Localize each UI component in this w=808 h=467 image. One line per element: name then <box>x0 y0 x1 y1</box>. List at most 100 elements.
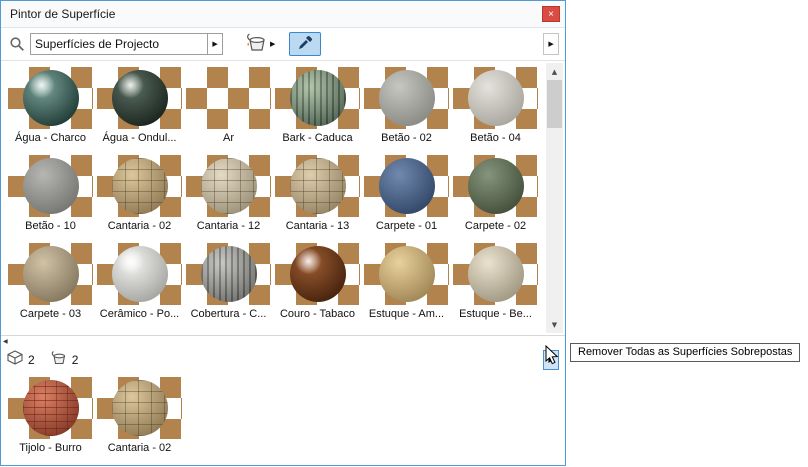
cube-icon <box>7 350 23 370</box>
material-label: Betão - 02 <box>381 132 432 144</box>
material-label: Carpete - 01 <box>376 220 437 232</box>
surface-painter-dialog: Pintor de Superfície × ▶ ▶ <box>0 0 566 466</box>
scrollbar-track[interactable] <box>546 128 563 316</box>
material-sphere <box>23 246 79 302</box>
material-item[interactable]: Cantaria - 02 <box>95 155 184 243</box>
material-thumbnail[interactable] <box>275 243 360 305</box>
material-label: Cantaria - 02 <box>108 220 172 232</box>
eyedropper-button[interactable] <box>289 32 321 56</box>
close-button[interactable]: × <box>542 6 560 22</box>
scrollbar-thumb[interactable] <box>547 80 562 128</box>
material-label: Estuque - Am... <box>369 308 444 320</box>
material-item[interactable]: Água - Ondul... <box>95 67 184 155</box>
material-thumbnail[interactable] <box>453 67 538 129</box>
material-item[interactable]: Betão - 02 <box>362 67 451 155</box>
material-thumbnail[interactable] <box>8 377 93 439</box>
material-sphere <box>23 158 79 214</box>
mouse-cursor <box>545 345 559 365</box>
material-thumbnail[interactable] <box>275 155 360 217</box>
materials-grid: Água - Charco Água - Ondul... Ar Bark - Cad… <box>1 61 565 331</box>
small-paint-bucket-icon <box>50 350 67 370</box>
material-sphere <box>23 70 79 126</box>
material-item[interactable]: Carpete - 01 <box>362 155 451 243</box>
scroll-up-icon: ▲ <box>552 68 557 76</box>
material-thumbnail[interactable] <box>186 243 271 305</box>
chevron-right-icon: ▶ <box>212 40 217 48</box>
bucket-dropdown-arrow-icon[interactable]: ▶ <box>270 40 275 48</box>
material-sphere <box>468 246 524 302</box>
material-thumbnail[interactable] <box>8 155 93 217</box>
material-item[interactable]: Ar <box>184 67 273 155</box>
material-item[interactable]: Betão - 04 <box>451 67 540 155</box>
material-label: Cantaria - 13 <box>286 220 350 232</box>
material-item[interactable]: Carpete - 02 <box>451 155 540 243</box>
material-thumbnail[interactable] <box>186 67 271 129</box>
material-thumbnail[interactable] <box>8 67 93 129</box>
material-label: Água - Charco <box>15 132 86 144</box>
material-item[interactable]: Couro - Tabaco <box>273 243 362 331</box>
material-label: Cerâmico - Po... <box>100 308 179 320</box>
paint-count: 2 <box>72 353 79 367</box>
material-sphere <box>112 158 168 214</box>
flyout-arrow-icon: ▶ <box>548 40 553 48</box>
dialog-title: Pintor de Superfície <box>10 7 115 21</box>
material-thumbnail[interactable] <box>97 377 182 439</box>
material-thumbnail[interactable] <box>97 243 182 305</box>
material-item[interactable]: Tijolo - Burro <box>6 377 95 465</box>
material-thumbnail[interactable] <box>364 243 449 305</box>
material-item[interactable]: Estuque - Be... <box>451 243 540 331</box>
material-item[interactable]: Cantaria - 13 <box>273 155 362 243</box>
search-dropdown-button[interactable]: ▶ <box>208 33 223 55</box>
scroll-down-button[interactable]: ▼ <box>546 316 563 333</box>
overrides-grid: Tijolo - Burro Cantaria - 02 <box>1 373 565 465</box>
material-sphere <box>112 70 168 126</box>
search-icon <box>9 36 25 52</box>
toolbar-flyout-button[interactable]: ▶ <box>543 33 559 55</box>
material-item[interactable]: Bark - Caduca <box>273 67 362 155</box>
material-sphere <box>468 70 524 126</box>
vertical-scrollbar[interactable]: ▲ ▼ <box>546 63 563 333</box>
material-label: Couro - Tabaco <box>280 308 355 320</box>
material-thumbnail[interactable] <box>453 155 538 217</box>
scroll-up-button[interactable]: ▲ <box>546 63 563 80</box>
material-label: Cantaria - 12 <box>197 220 261 232</box>
material-thumbnail[interactable] <box>8 243 93 305</box>
collapse-arrow-icon[interactable]: ◀ <box>3 338 8 345</box>
search-input[interactable] <box>30 33 208 55</box>
material-item[interactable]: Cantaria - 12 <box>184 155 273 243</box>
overrides-bar: 2 2 ▶ <box>1 347 565 373</box>
tooltip: Remover Todas as Superfícies Sobrepostas <box>570 343 800 362</box>
material-thumbnail[interactable] <box>453 243 538 305</box>
scroll-down-icon: ▼ <box>552 321 557 329</box>
material-label: Estuque - Be... <box>459 308 532 320</box>
material-item[interactable]: Cobertura - C... <box>184 243 273 331</box>
eyedropper-icon <box>297 35 313 54</box>
material-item[interactable]: Água - Charco <box>6 67 95 155</box>
material-sphere <box>379 158 435 214</box>
material-thumbnail[interactable] <box>275 67 360 129</box>
material-label: Ar <box>223 132 234 144</box>
material-item[interactable]: Betão - 10 <box>6 155 95 243</box>
material-thumbnail[interactable] <box>97 155 182 217</box>
material-label: Betão - 10 <box>25 220 76 232</box>
material-sphere <box>112 246 168 302</box>
material-thumbnail[interactable] <box>186 155 271 217</box>
material-sphere <box>201 158 257 214</box>
material-sphere <box>379 246 435 302</box>
paint-bucket-icon <box>245 32 267 57</box>
material-sphere <box>112 380 168 436</box>
paint-bucket-tool[interactable]: ▶ <box>245 32 275 57</box>
panel-splitter[interactable]: ◀ <box>1 335 565 347</box>
material-item[interactable]: Cerâmico - Po... <box>95 243 184 331</box>
material-label: Tijolo - Burro <box>19 442 82 454</box>
material-thumbnail[interactable] <box>97 67 182 129</box>
material-sphere <box>290 246 346 302</box>
material-sphere <box>201 246 257 302</box>
titlebar[interactable]: Pintor de Superfície × <box>1 1 565 28</box>
material-item[interactable]: Carpete - 03 <box>6 243 95 331</box>
material-thumbnail[interactable] <box>364 155 449 217</box>
material-item[interactable]: Estuque - Am... <box>362 243 451 331</box>
material-thumbnail[interactable] <box>364 67 449 129</box>
material-sphere <box>290 158 346 214</box>
material-item[interactable]: Cantaria - 02 <box>95 377 184 465</box>
